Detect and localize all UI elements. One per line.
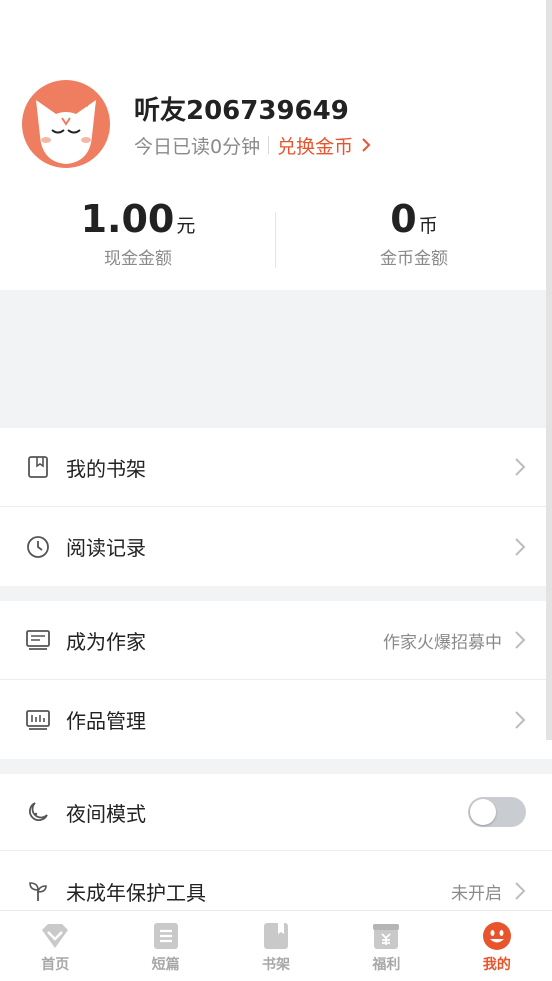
menu-item-bookshelf[interactable]: 我的书架 xyxy=(0,428,552,507)
protection-status: 未开启 xyxy=(451,883,502,904)
profile-header: 听友206739649 今日已读0分钟 兑换金币 1.00 元 现金金额 0币 金… xyxy=(0,0,552,290)
nav-short-story[interactable]: 短篇 xyxy=(110,911,220,981)
menu-item-label: 未成年保护工具 xyxy=(66,880,206,905)
divider xyxy=(268,136,270,154)
toggle-knob xyxy=(470,799,496,825)
menu-item-night-mode: 夜间模式 xyxy=(0,774,552,851)
avatar[interactable] xyxy=(22,80,110,168)
author-icon xyxy=(26,628,50,652)
cash-stat[interactable]: 1.00 元 现金金额 xyxy=(0,198,276,269)
read-today-text: 今日已读0分钟 xyxy=(134,135,261,158)
menu-item-label: 成为作家 xyxy=(66,629,146,654)
works-manage-icon xyxy=(26,708,50,732)
exchange-coins-link[interactable]: 兑换金币 xyxy=(277,132,371,159)
chevron-right-icon xyxy=(515,631,526,649)
chevron-right-icon xyxy=(362,138,371,152)
bottom-nav: 首页 短篇 书架 福利 我的 xyxy=(0,910,552,981)
chevron-right-icon xyxy=(515,537,526,556)
recruit-hint: 作家火爆招募中 xyxy=(383,632,502,653)
chevron-right-icon xyxy=(515,882,526,900)
short-story-icon xyxy=(151,921,181,951)
menu-group-reading: 我的书架 阅读记录 xyxy=(0,428,552,586)
clock-icon xyxy=(26,535,50,559)
bookshelf-nav-icon xyxy=(261,921,291,951)
coin-stat[interactable]: 0币 金币金额 xyxy=(276,198,552,269)
night-mode-toggle[interactable] xyxy=(468,797,526,827)
nav-label: 短篇 xyxy=(151,957,180,973)
welfare-icon xyxy=(371,921,401,951)
nav-label: 我的 xyxy=(482,957,511,973)
nav-bookshelf[interactable]: 书架 xyxy=(221,911,331,981)
nav-mine[interactable]: 我的 xyxy=(442,911,552,981)
chevron-right-icon xyxy=(515,710,526,729)
cash-value: 1.00 xyxy=(80,197,175,241)
home-icon xyxy=(40,921,70,951)
menu-item-label: 夜间模式 xyxy=(66,801,146,826)
nav-label: 福利 xyxy=(372,957,401,973)
cat-avatar-icon xyxy=(36,100,96,164)
menu-item-reading-history[interactable]: 阅读记录 xyxy=(0,507,552,586)
nav-label: 首页 xyxy=(41,957,70,973)
sprout-icon xyxy=(26,879,50,903)
scrollbar[interactable] xyxy=(546,0,552,740)
username: 听友206739649 xyxy=(134,96,349,126)
nav-label: 书架 xyxy=(262,957,291,973)
menu-item-label: 我的书架 xyxy=(66,456,146,481)
coin-label: 金币金额 xyxy=(380,249,448,269)
cash-unit: 元 xyxy=(176,215,196,237)
bookshelf-icon xyxy=(26,455,50,479)
menu-group-settings: 夜间模式 未成年保护工具 未开启 xyxy=(0,774,552,931)
coin-unit: 币 xyxy=(418,215,438,237)
exchange-coins-label: 兑换金币 xyxy=(277,135,354,158)
cash-label: 现金金额 xyxy=(104,249,172,269)
moon-icon xyxy=(26,800,50,824)
coin-value: 0 xyxy=(390,197,417,241)
read-info: 今日已读0分钟 兑换金币 xyxy=(134,132,371,158)
mine-icon xyxy=(482,921,512,951)
nav-welfare[interactable]: 福利 xyxy=(331,911,441,981)
menu-item-label: 作品管理 xyxy=(66,709,146,733)
menu-item-label: 阅读记录 xyxy=(66,536,146,560)
menu-item-become-author[interactable]: 成为作家 作家火爆招募中 xyxy=(0,601,552,680)
menu-group-author: 成为作家 作家火爆招募中 作品管理 xyxy=(0,601,552,759)
chevron-right-icon xyxy=(515,458,526,476)
menu-item-works-manage[interactable]: 作品管理 xyxy=(0,680,552,759)
nav-home[interactable]: 首页 xyxy=(0,911,110,981)
